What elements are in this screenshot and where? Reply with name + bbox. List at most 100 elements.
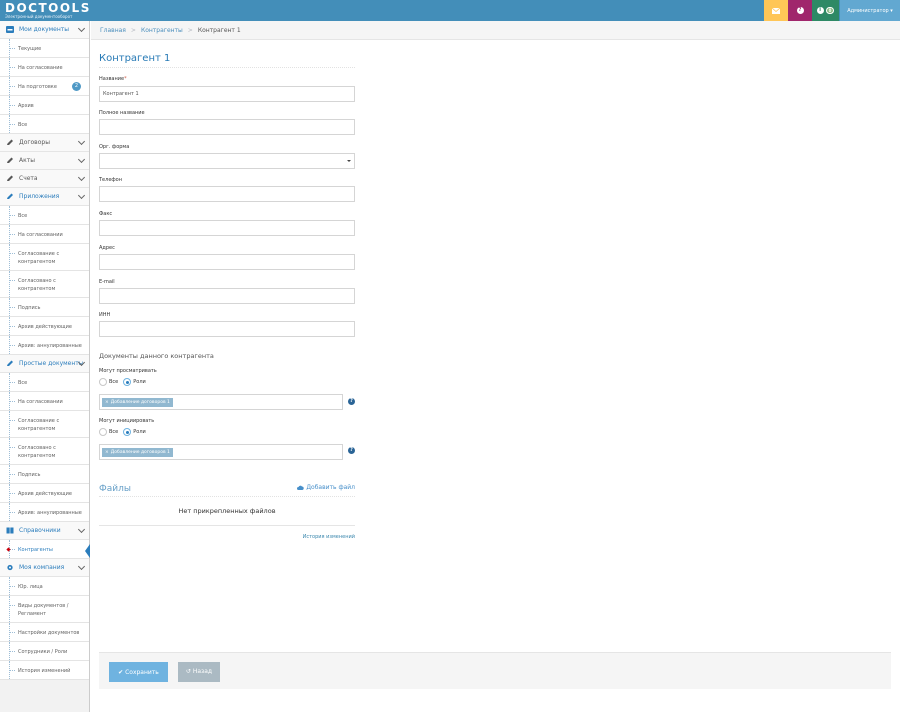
sidebar-item-employees[interactable]: Сотрудники / Роли [0,642,89,661]
remove-tag-icon[interactable]: × [105,400,109,405]
sidebar-contracts[interactable]: Договоры [0,134,89,152]
sidebar-item-att-cp-approval[interactable]: Согласование с контрагентом [0,244,89,271]
sidebar-acts[interactable]: Акты [0,152,89,170]
radio-view-all[interactable] [99,378,107,386]
breadcrumb-counterparties[interactable]: Контрагенты [141,27,183,34]
org-form-select[interactable] [99,153,355,169]
sidebar-item-doc-types[interactable]: Виды документов / Регламент [0,596,89,623]
sidebar-item-simple-all[interactable]: Все [0,373,89,392]
tag-label: Добавление договоров 1 [110,400,170,405]
sidebar-attachments[interactable]: Приложения [0,188,89,206]
top-navbar: DOCTOOLS Электронный документооборот ? i… [0,0,900,21]
name-label-text: Название [99,76,125,82]
notifications-button[interactable]: i 0 [812,0,839,21]
sidebar-simple-documents[interactable]: Простые документы [0,355,89,373]
sidebar-item-all[interactable]: Все [0,115,89,134]
sidebar-item-att-archive-active[interactable]: Архив действующие [0,317,89,336]
info-icon: i [816,7,824,14]
gear-icon [7,564,13,571]
phone-input[interactable] [99,186,355,202]
radio-label: Все [109,429,119,435]
breadcrumb-separator: > [130,26,136,34]
pencil-icon [7,139,13,145]
breadcrumb-home[interactable]: Главная [100,27,126,34]
sidebar-label: Простые документы [19,360,84,367]
sidebar-my-company[interactable]: Моя компания [0,559,89,577]
sidebar-item-preparing[interactable]: На подготовке 2 [0,77,89,96]
help-button[interactable]: ? [788,0,812,21]
pencil-icon [7,193,13,199]
sidebar-invoices[interactable]: Счета [0,170,89,188]
history-link[interactable]: История изменений [99,534,355,540]
remove-tag-icon[interactable]: × [105,450,109,455]
chevron-down-icon [77,173,86,182]
radio-initiate-all[interactable] [99,428,107,436]
sidebar-item-current[interactable]: Текущие [0,39,89,58]
email-label: E-mail [99,279,115,285]
can-view-radios: Все Роли [99,378,151,386]
no-files-message: Нет прикрепленных файлов [178,507,276,515]
sidebar-item-att-approval[interactable]: На согласовании [0,225,89,244]
sidebar-item-simple-cp-approved[interactable]: Согласовано с контрагентом [0,438,89,465]
sidebar-item-history[interactable]: История изменений [0,661,89,680]
app-logo[interactable]: DOCTOOLS [5,2,91,14]
radio-initiate-roles[interactable] [123,428,132,436]
sidebar-label: Акты [19,157,35,164]
sidebar-item-simple-archive-cancelled[interactable]: Архив: аннулированные [0,503,89,522]
breadcrumb-separator: > [187,26,193,34]
sidebar-label: Счета [19,175,38,182]
inbox-icon [6,26,14,33]
sidebar-item-simple-sign[interactable]: Подпись [0,465,89,484]
address-label: Адрес [99,245,115,251]
count-badge: 2 [72,82,81,91]
address-input[interactable] [99,254,355,270]
sidebar-item-att-archive-cancelled[interactable]: Архив: аннулированные [0,336,89,355]
required-mark: * [124,76,127,82]
sidebar-item-att-cp-approved[interactable]: Согласовано с контрагентом [0,271,89,298]
initiate-roles-select[interactable]: × Добавление договоров 1 [99,444,343,460]
name-input[interactable]: Контрагент 1 [99,86,355,102]
name-label: Название* [99,76,127,82]
sidebar-item-doc-settings[interactable]: Настройки документов [0,623,89,642]
sidebar-label: Справочники [19,527,61,534]
radio-label: Роли [133,379,146,385]
sidebar-item-att-all[interactable]: Все [0,206,89,225]
page-title: Контрагент 1 [99,53,355,68]
full-name-input[interactable] [99,119,355,135]
full-name-label: Полное название [99,110,145,116]
can-view-label: Могут просматривать [99,368,157,374]
sidebar-item-approval[interactable]: На согласование [0,58,89,77]
sidebar-item-simple-approval[interactable]: На согласовании [0,392,89,411]
user-menu[interactable]: Администратор ▾ [840,0,900,21]
help-icon[interactable]: ? [348,447,355,454]
question-icon: ? [796,7,804,14]
radio-view-roles[interactable] [123,378,132,386]
save-button[interactable]: ✔ Сохранить [109,662,168,682]
sidebar-item-simple-cp-approval[interactable]: Согласование с контрагентом [0,411,89,438]
notifications-badge: 0 [825,7,835,14]
sidebar-item-counterparties[interactable]: Контрагенты [0,540,90,559]
sidebar-item-archive[interactable]: Архив [0,96,89,115]
envelope-icon [772,7,780,14]
back-button[interactable]: ↺ Назад [178,662,220,682]
form-actions: ✔ Сохранить ↺ Назад [99,652,891,689]
sidebar-item-att-sign[interactable]: Подпись [0,298,89,317]
messages-button[interactable] [764,0,788,21]
active-marker [6,547,11,552]
book-icon [6,527,14,534]
inn-input[interactable] [99,321,355,337]
fax-input[interactable] [99,220,355,236]
tag-label: Добавление договоров 1 [110,450,170,455]
sidebar-item-legal-entities[interactable]: Юр. лица [0,577,89,596]
email-input[interactable] [99,288,355,304]
sidebar-item-simple-archive-active[interactable]: Архив действующие [0,484,89,503]
add-file-link[interactable]: Добавить файл [297,484,355,491]
sidebar-references[interactable]: Справочники [0,522,89,540]
help-icon[interactable]: ? [348,398,355,405]
docs-section-title: Документы данного контрагента [99,352,214,360]
sidebar-my-documents[interactable]: Мои документы [0,21,89,39]
divider [99,525,355,526]
pencil-icon [7,175,13,181]
view-roles-select[interactable]: × Добавление договоров 1 [99,394,343,410]
chevron-down-icon [77,137,86,146]
